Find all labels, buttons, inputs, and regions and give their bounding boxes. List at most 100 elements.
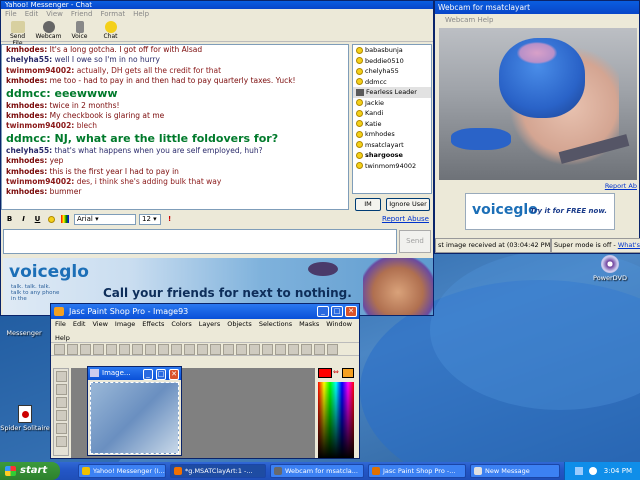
psp-toolbar-button[interactable] — [223, 344, 234, 355]
desktop-icon-spider-solitaire[interactable]: Spider Solitaire — [0, 405, 50, 432]
psp-menu-image[interactable]: Image — [115, 319, 135, 330]
send-button[interactable]: Send — [399, 230, 431, 253]
psp-menu-file[interactable]: File — [55, 319, 66, 330]
taskbar-button[interactable]: New Message — [470, 464, 560, 478]
psp-toolbar-button[interactable] — [145, 344, 156, 355]
webcam-report-abuse-link[interactable]: Report Ab — [605, 182, 637, 190]
room-user-item[interactable]: Kandi — [353, 108, 431, 119]
buzz-icon[interactable]: ! — [168, 215, 171, 223]
psp-toolbar-button[interactable] — [249, 344, 260, 355]
image-canvas[interactable] — [90, 382, 179, 454]
psp-toolbar-button[interactable] — [301, 344, 312, 355]
room-user-item[interactable]: Katie — [353, 119, 431, 130]
room-user-item[interactable]: beddie0510 — [353, 56, 431, 67]
chat-menu-help[interactable]: Help — [133, 9, 149, 20]
background-color-swatch[interactable] — [342, 368, 354, 378]
image-window-title[interactable]: Image... _ □ ✕ — [88, 367, 181, 380]
psp-toolbar-button[interactable] — [197, 344, 208, 355]
message-input[interactable] — [3, 229, 397, 254]
chat-menu-friend[interactable]: Friend — [71, 9, 93, 20]
webcam-title-bar[interactable]: Webcam for msatclayart — [435, 1, 639, 14]
psp-tool-button[interactable] — [56, 384, 67, 395]
chat-button[interactable]: Chat — [97, 20, 124, 41]
psp-toolbar-button[interactable] — [132, 344, 143, 355]
room-user-item[interactable]: msatclayart — [353, 140, 431, 151]
room-user-item[interactable]: Fearless Leader — [353, 87, 431, 98]
psp-toolbar-button[interactable] — [54, 344, 65, 355]
minimize-button[interactable]: _ — [317, 306, 329, 317]
psp-toolbar-button[interactable] — [106, 344, 117, 355]
room-user-item[interactable]: Jackie — [353, 98, 431, 109]
psp-menu-masks[interactable]: Masks — [299, 319, 319, 330]
taskbar-button[interactable]: Jasc Paint Shop Pro -... — [368, 464, 466, 478]
psp-toolbar-button[interactable] — [327, 344, 338, 355]
desktop-icon-messenger[interactable]: Messenger — [2, 330, 46, 337]
taskbar-button[interactable]: Yahoo! Messenger (I... — [78, 464, 166, 478]
psp-toolbar-button[interactable] — [262, 344, 273, 355]
image-minimize-button[interactable]: _ — [143, 369, 153, 380]
image-close-button[interactable]: ✕ — [169, 369, 179, 380]
start-button[interactable]: start — [0, 462, 60, 480]
color-button[interactable] — [60, 214, 71, 225]
taskbar-button[interactable]: *g.MSATClayArt:1 -... — [170, 464, 266, 478]
psp-toolbar-button[interactable] — [158, 344, 169, 355]
send-file-button[interactable]: Send File — [4, 20, 31, 47]
swap-colors-icon[interactable]: ⇔ — [333, 368, 341, 376]
psp-tool-button[interactable] — [56, 410, 67, 421]
smiley-button[interactable] — [46, 214, 57, 225]
room-user-list[interactable]: babasbunja beddie0510 chelyha55 ddmcc Fearle… — [352, 44, 432, 194]
room-user-item[interactable]: ddmcc — [353, 77, 431, 88]
psp-toolbar-button[interactable] — [288, 344, 299, 355]
psp-menu-selections[interactable]: Selections — [259, 319, 292, 330]
maximize-button[interactable]: □ — [331, 306, 343, 317]
webcam-voiceglo-ad[interactable]: voiceglo Try it for FREE now. — [465, 193, 615, 230]
chat-menu-view[interactable]: View — [46, 9, 63, 20]
chat-menu-edit[interactable]: Edit — [25, 9, 39, 20]
psp-menu-edit[interactable]: Edit — [73, 319, 86, 330]
whats-this-link[interactable]: What's th — [618, 241, 640, 249]
psp-menu-window[interactable]: Window — [326, 319, 352, 330]
psp-toolbar-button[interactable] — [184, 344, 195, 355]
psp-toolbar-button[interactable] — [171, 344, 182, 355]
psp-toolbar-button[interactable] — [210, 344, 221, 355]
webcam-menubar[interactable]: Webcam Help — [435, 14, 639, 26]
psp-tool-button[interactable] — [56, 371, 67, 382]
psp-toolbar-button[interactable] — [93, 344, 104, 355]
room-user-item[interactable]: babasbunja — [353, 45, 431, 56]
room-user-item[interactable]: kmhodes — [353, 129, 431, 140]
psp-toolbar-button[interactable] — [236, 344, 247, 355]
psp-tool-button[interactable] — [56, 423, 67, 434]
chat-title-bar[interactable]: Yahoo! Messenger - Chat — [1, 1, 433, 9]
room-user-item[interactable]: twinmom94002 — [353, 161, 431, 172]
psp-menu-effects[interactable]: Effects — [142, 319, 164, 330]
image-maximize-button[interactable]: □ — [156, 369, 166, 380]
volume-icon[interactable] — [588, 467, 597, 475]
chat-menu-format[interactable]: Format — [100, 9, 125, 20]
psp-menu-layers[interactable]: Layers — [199, 319, 221, 330]
room-user-item[interactable]: chelyha55 — [353, 66, 431, 77]
desktop-icon-powerdvd[interactable]: PowerDVD — [588, 255, 632, 282]
psp-menu-help[interactable]: Help — [55, 334, 70, 342]
psp-toolbar-button[interactable] — [275, 344, 286, 355]
psp-tool-button[interactable] — [56, 436, 67, 447]
size-select[interactable]: 12 ▾ — [139, 213, 161, 225]
psp-menu-view[interactable]: View — [92, 319, 107, 330]
font-select[interactable]: Arial ▾ — [74, 213, 136, 225]
psp-toolbar-button[interactable] — [80, 344, 91, 355]
psp-title-bar[interactable]: Jasc Paint Shop Pro - Image93 _ □ ✕ — [51, 304, 359, 319]
color-spectrum[interactable] — [318, 382, 354, 458]
clock[interactable]: 3:04 PM — [604, 467, 632, 475]
psp-tool-button[interactable] — [56, 397, 67, 408]
chat-log[interactable]: kmhodes: It's a long gotcha. I got off f… — [1, 44, 349, 210]
underline-button[interactable]: U — [32, 214, 43, 225]
psp-toolbar-button[interactable] — [314, 344, 325, 355]
im-button[interactable]: IM — [355, 198, 381, 211]
chat-menu-file[interactable]: File — [5, 9, 17, 20]
ignore-user-button[interactable]: Ignore User — [386, 198, 430, 211]
report-abuse-link[interactable]: Report Abuse — [382, 215, 429, 223]
psp-menu-colors[interactable]: Colors — [171, 319, 191, 330]
webcam-button[interactable]: Webcam — [35, 20, 62, 41]
italic-button[interactable]: I — [18, 214, 29, 225]
psp-menu-objects[interactable]: Objects — [227, 319, 252, 330]
psp-toolbar-button[interactable] — [119, 344, 130, 355]
